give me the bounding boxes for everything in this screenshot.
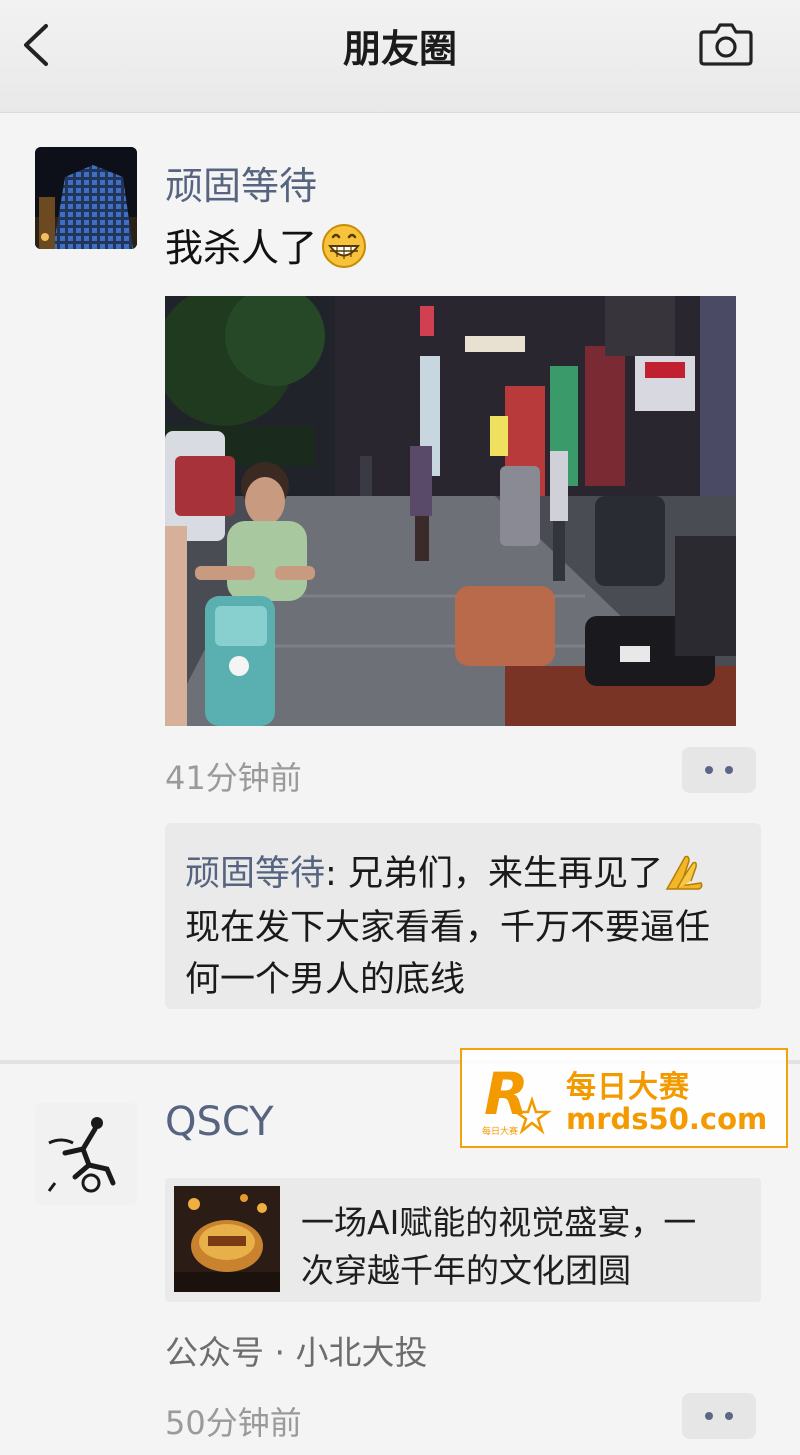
comment-separator: : xyxy=(325,854,348,894)
avatar[interactable] xyxy=(35,1103,137,1205)
comment-line: 现在发下大家看看，千万不要逼任 xyxy=(185,908,711,948)
author-name[interactable]: QSCY xyxy=(165,1099,274,1145)
post-timestamp: 41分钟前 xyxy=(165,759,302,797)
shared-article-card[interactable]: 一场AI赋能的视觉盛宴，一 次穿越千年的文化团圆 xyxy=(165,1178,761,1302)
watermark-logo-icon: R 每日大赛 xyxy=(482,1060,552,1137)
comment-line: 顽固等待: 兄弟们，来生再见了 xyxy=(185,845,705,896)
more-button[interactable] xyxy=(682,747,756,793)
comment-author[interactable]: 顽固等待 xyxy=(185,854,325,894)
top-nav-bar: 朋友圈 xyxy=(0,0,800,113)
svg-text:R: R xyxy=(484,1060,529,1128)
article-title-line: 次穿越千年的文化团圆 xyxy=(301,1251,631,1290)
article-source[interactable]: 公众号 · 小北大投 xyxy=(165,1326,427,1374)
grinning-face-icon xyxy=(322,224,367,268)
page-title: 朋友圈 xyxy=(342,27,457,71)
comment-text: 兄弟们，来生再见了 xyxy=(347,854,663,894)
article-title-line: 一场AI赋能的视觉盛宴，一 xyxy=(301,1203,697,1242)
avatar[interactable] xyxy=(35,147,137,249)
watermark-name: 每日大赛 xyxy=(566,1070,690,1105)
post-text: 我杀人了 xyxy=(165,217,367,272)
author-name[interactable]: 顽固等待 xyxy=(165,155,317,210)
watermark: R 每日大赛 每日大赛 mrds50.com xyxy=(460,1048,788,1148)
moment-post: 顽固等待 我杀人了 41分钟前 顽固等待: 兄弟们，来生再见了 现在发下大家看看… xyxy=(0,113,800,1060)
praying-hands-icon xyxy=(665,855,703,890)
article-thumbnail xyxy=(174,1186,280,1292)
dot xyxy=(705,766,713,774)
svg-text:每日大赛: 每日大赛 xyxy=(482,1125,518,1137)
watermark-url: mrds50.com xyxy=(566,1102,768,1136)
dot xyxy=(705,1412,713,1420)
more-button[interactable] xyxy=(682,1393,756,1439)
dot xyxy=(725,1412,733,1420)
comment-box[interactable]: 顽固等待: 兄弟们，来生再见了 现在发下大家看看，千万不要逼任 何一个男人的底线 xyxy=(165,823,761,1009)
dot xyxy=(725,766,733,774)
comment-line: 何一个男人的底线 xyxy=(185,960,466,1000)
post-photo[interactable] xyxy=(165,296,736,726)
post-text-content: 我杀人了 xyxy=(165,226,318,270)
camera-icon[interactable] xyxy=(698,20,754,68)
post-timestamp: 50分钟前 xyxy=(165,1404,302,1442)
